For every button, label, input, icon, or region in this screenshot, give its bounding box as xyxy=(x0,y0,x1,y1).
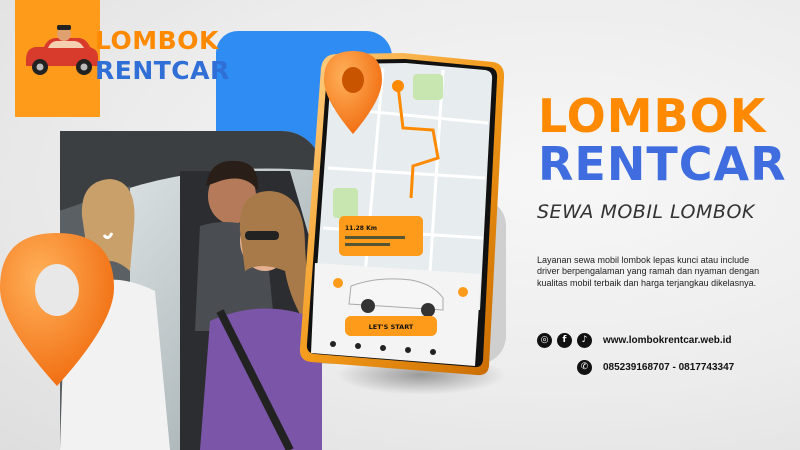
phone-numbers: 085239168707 - 0817743347 xyxy=(603,362,735,373)
lets-start-button[interactable]: LET'S START xyxy=(369,323,414,331)
headline-line-2: RENTCAR xyxy=(538,137,787,191)
map-distance-label: 11.28 Km xyxy=(345,225,377,232)
website-link[interactable]: www.lombokrentcar.web.id xyxy=(603,333,732,348)
social-icons: ◎ f ♪ xyxy=(537,333,592,348)
facebook-icon[interactable]: f xyxy=(557,333,572,348)
location-pin-icon xyxy=(0,233,114,386)
logo-car-icon xyxy=(26,25,98,75)
logo-line-2: RENTCAR xyxy=(95,56,230,85)
headline-line-1: LOMBOK xyxy=(538,89,767,143)
subtitle: SEWA MOBIL LOMBOK xyxy=(537,201,755,223)
instagram-icon[interactable]: ◎ xyxy=(537,333,552,348)
logo-line-1: LOMBOK xyxy=(95,26,219,55)
tiktok-icon[interactable]: ♪ xyxy=(577,333,592,348)
location-pin-small-icon xyxy=(324,51,382,134)
headline: LOMBOK RENTCAR xyxy=(538,92,787,188)
whatsapp-icon[interactable]: ✆ xyxy=(577,360,592,375)
description-text: Layanan sewa mobil lombok lepas kunci at… xyxy=(537,255,760,288)
logo-wordmark: LOMBOK RENTCAR xyxy=(95,26,230,86)
